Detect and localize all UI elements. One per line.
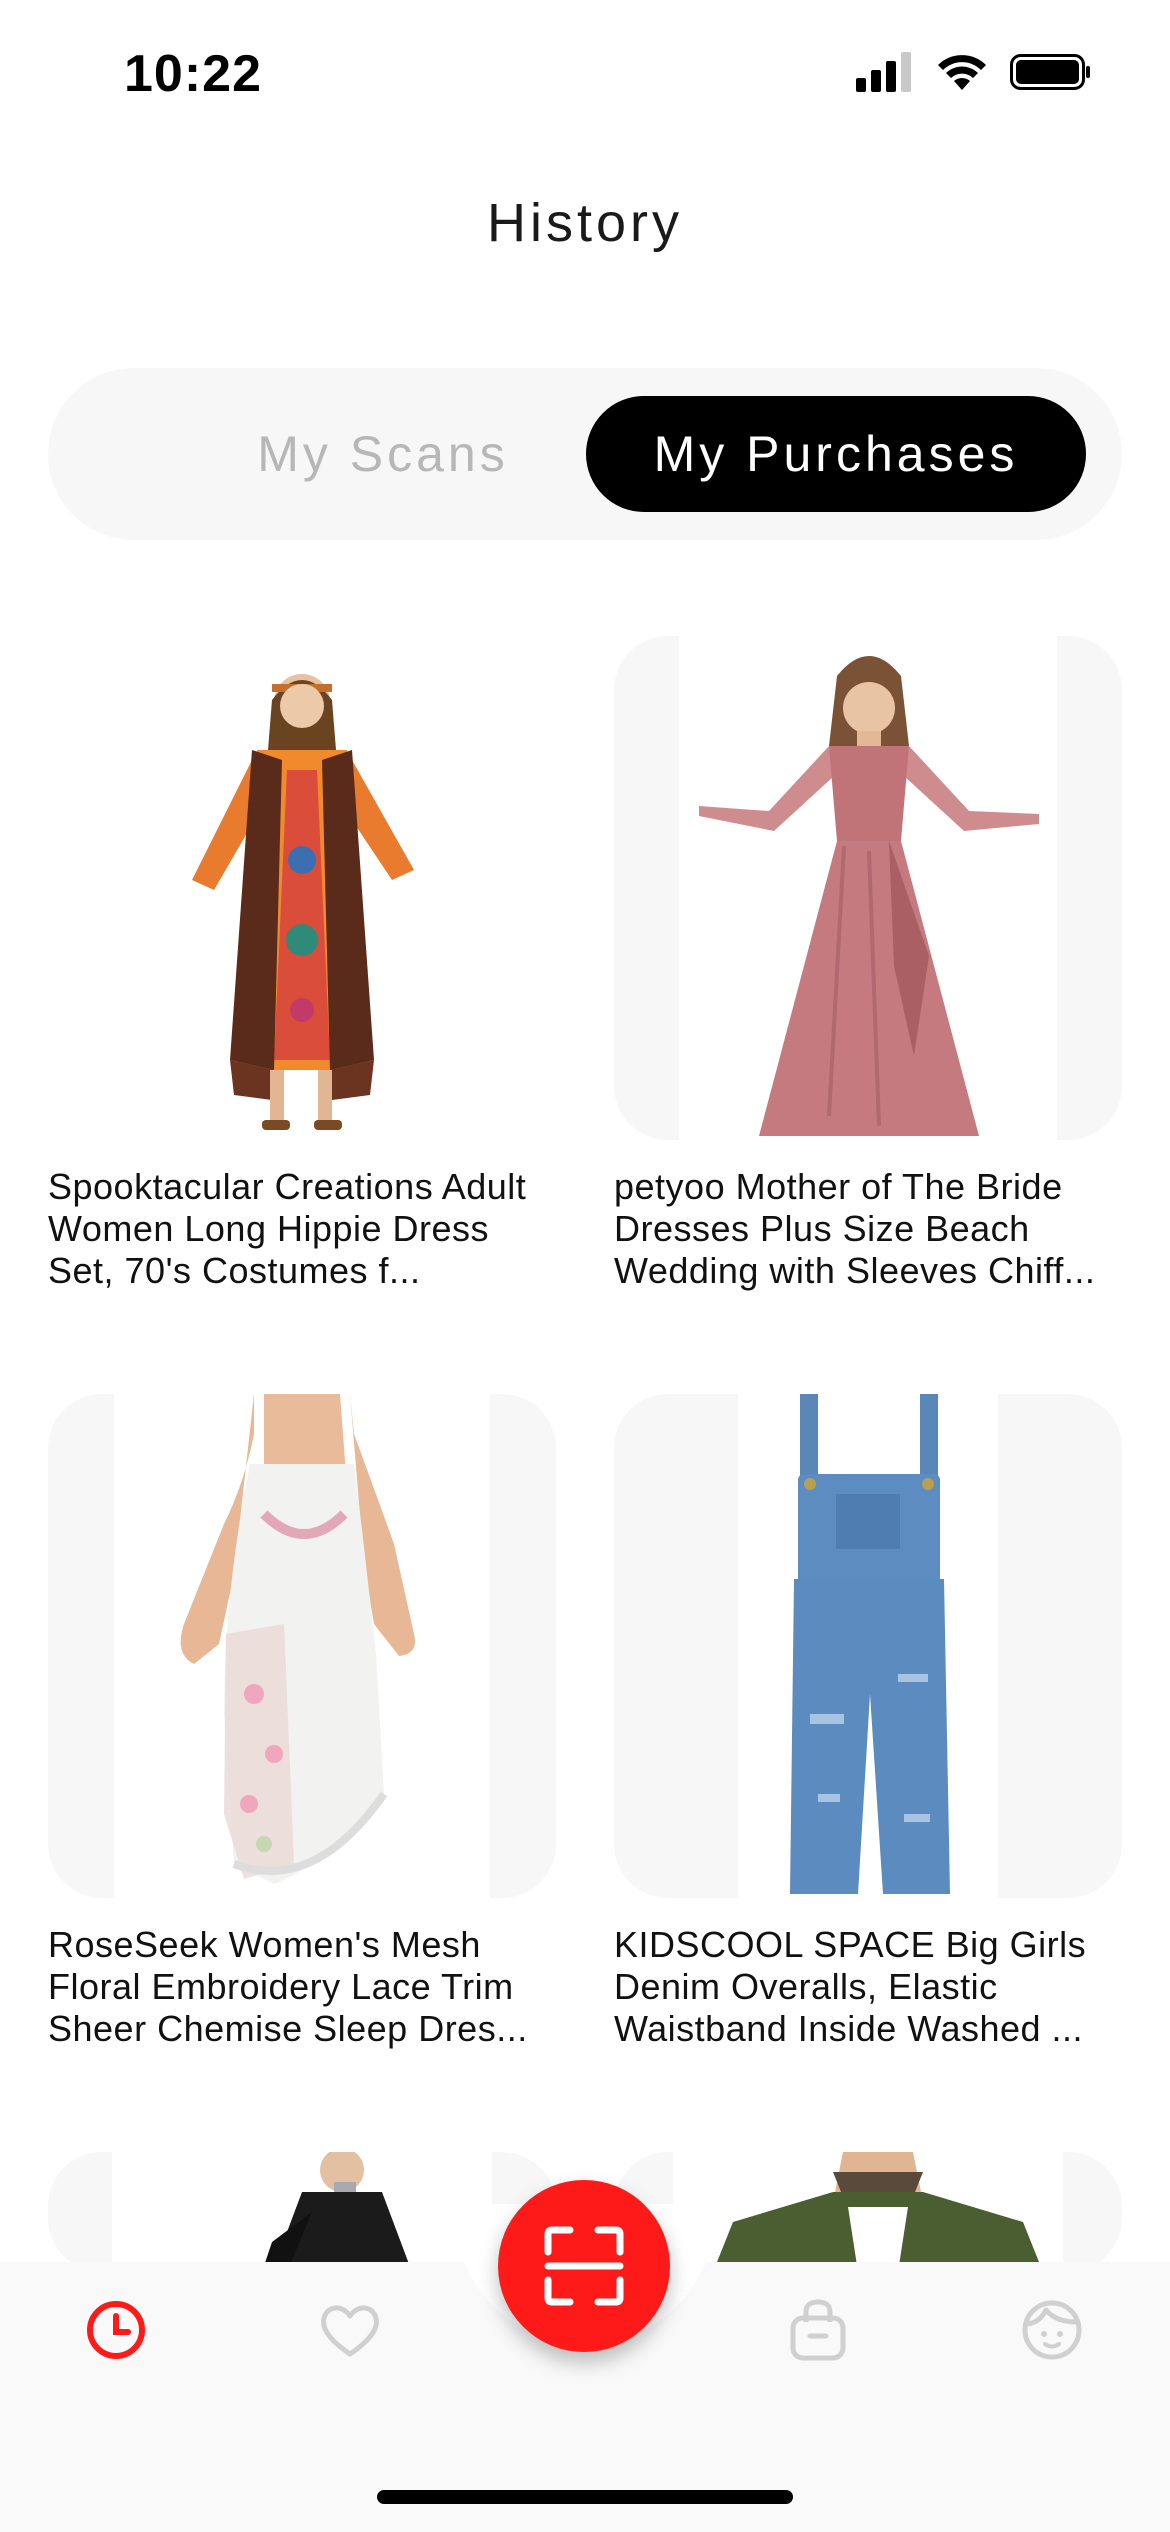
product-title[interactable]: Spooktacular Creations Adult Women Long … <box>48 1166 556 1292</box>
home-indicator <box>377 2490 793 2504</box>
product-title[interactable]: petyoo Mother of The Bride Dresses Plus … <box>614 1166 1122 1292</box>
page-title: History <box>486 193 683 253</box>
wifi-icon <box>936 52 988 97</box>
image-canvas <box>112 2152 492 2272</box>
hippie-dress-image <box>192 674 414 1130</box>
denim-overalls-image <box>790 1394 950 1894</box>
product-image[interactable] <box>48 1394 556 1898</box>
product-card[interactable]: petyoo Mother of The Bride Dresses Plus … <box>614 636 1122 1292</box>
history-icon[interactable] <box>76 2290 156 2370</box>
green-jacket-image <box>713 2152 1043 2272</box>
bag-icon[interactable] <box>778 2290 858 2370</box>
tab-my-purchases[interactable]: My Purchases <box>586 396 1086 512</box>
pink-gown-image <box>699 656 1039 1136</box>
profile-icon[interactable] <box>1012 2290 1092 2370</box>
product-image[interactable] <box>48 636 556 1140</box>
product-title[interactable]: KIDSCOOL SPACE Big Girls Denim Overalls,… <box>614 1924 1122 2050</box>
screen: 10:22 History My Scans My Purchases Spoo… <box>0 0 1170 2532</box>
scan-icon <box>544 2226 624 2306</box>
image-canvas <box>114 1394 490 1898</box>
image-canvas <box>673 2152 1063 2272</box>
white-chemise-image <box>180 1394 415 1884</box>
cellular-signal-icon <box>856 52 914 97</box>
scan-button[interactable] <box>498 2180 670 2352</box>
status-icons <box>856 52 1092 97</box>
black-coat-image <box>262 2152 412 2272</box>
status-time: 10:22 <box>124 45 262 103</box>
product-image[interactable] <box>614 636 1122 1140</box>
image-canvas <box>679 636 1057 1140</box>
product-image[interactable] <box>614 1394 1122 1898</box>
product-title[interactable]: RoseSeek Women's Mesh Floral Embroidery … <box>48 1924 556 2050</box>
image-canvas <box>738 1394 998 1898</box>
battery-icon <box>1010 52 1092 97</box>
product-card[interactable]: RoseSeek Women's Mesh Floral Embroidery … <box>48 1394 556 2050</box>
product-card[interactable]: KIDSCOOL SPACE Big Girls Denim Overalls,… <box>614 1394 1122 2050</box>
heart-icon[interactable] <box>310 2290 390 2370</box>
history-segmented-control: My Scans My Purchases <box>48 368 1122 540</box>
tab-my-scans[interactable]: My Scans <box>178 396 588 512</box>
product-card[interactable]: Spooktacular Creations Adult Women Long … <box>48 636 556 1292</box>
